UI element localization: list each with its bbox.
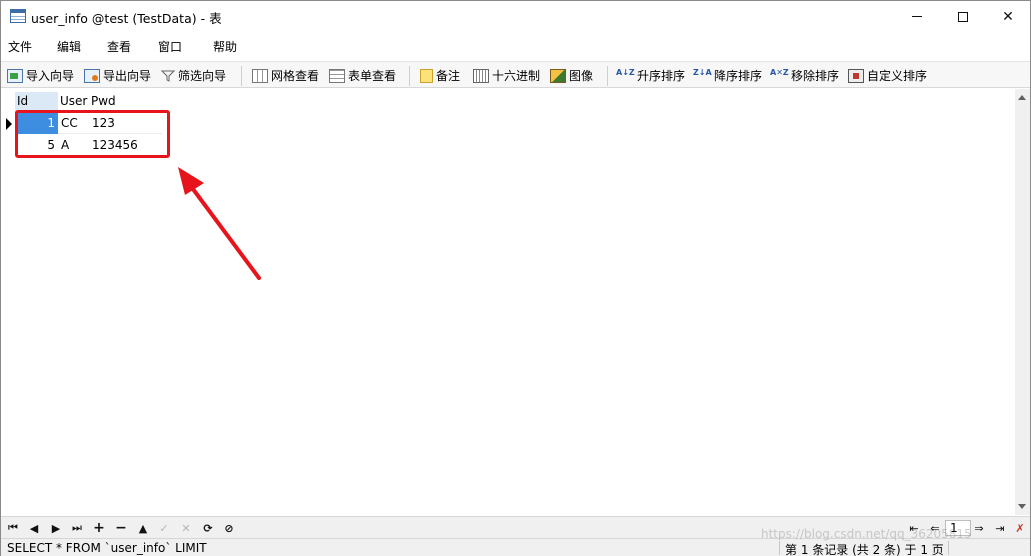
settings-icon[interactable]: ✗ xyxy=(1011,520,1029,536)
maximize-button[interactable] xyxy=(940,1,986,32)
grid-view-label: 网格查看 xyxy=(271,69,320,83)
filter-icon xyxy=(160,69,176,83)
maximize-icon xyxy=(958,11,968,22)
toolbar-separator xyxy=(607,66,608,86)
memo-button[interactable]: 备注 xyxy=(420,66,460,85)
memo-icon xyxy=(420,68,433,83)
custom-sort-icon xyxy=(848,68,864,83)
import-wizard-label: 导入向导 xyxy=(26,69,75,83)
sort-ascending-button[interactable]: A↓Z 升序排序 xyxy=(616,66,685,85)
next-page-button[interactable]: ⇒ xyxy=(970,520,988,536)
remove-sort-label: 移除排序 xyxy=(791,69,840,83)
form-view-label: 表单查看 xyxy=(348,69,397,83)
sort-ascending-icon: A↓Z xyxy=(616,67,635,77)
export-wizard-button[interactable]: 导出向导 xyxy=(84,66,151,85)
toolbar-separator xyxy=(241,66,242,86)
apply-changes-button[interactable]: ✓ xyxy=(155,520,173,536)
delete-record-button[interactable]: − xyxy=(112,520,130,536)
memo-label: 备注 xyxy=(436,69,461,83)
move-up-button[interactable]: ▲ xyxy=(134,520,152,536)
import-wizard-button[interactable]: 导入向导 xyxy=(7,66,74,85)
vertical-scrollbar[interactable] xyxy=(1015,89,1030,515)
toolbar-separator xyxy=(409,66,410,86)
scroll-up-icon[interactable] xyxy=(1018,95,1026,100)
first-record-button[interactable]: ⏮ xyxy=(4,520,22,536)
image-label: 图像 xyxy=(569,69,594,83)
menu-file[interactable]: 文件 xyxy=(8,38,32,55)
data-grid[interactable]: Id User Pwd 1 CC 123 5 A 123456 xyxy=(2,89,1015,515)
minimize-button[interactable] xyxy=(894,1,940,32)
menu-bar: 文件 编辑 查看 窗口 帮助 xyxy=(1,35,1030,57)
sort-descending-button[interactable]: Z↓A 降序排序 xyxy=(693,66,762,85)
close-button[interactable]: ✕ xyxy=(985,1,1031,32)
grid-icon xyxy=(252,68,268,83)
export-wizard-label: 导出向导 xyxy=(103,69,152,83)
record-count-status: 第 1 条记录 (共 2 条) 于 1 页 xyxy=(785,543,944,556)
hex-button[interactable]: 十六进制 xyxy=(473,66,540,85)
image-icon xyxy=(550,68,566,83)
form-view-button[interactable]: 表单查看 xyxy=(329,66,396,85)
title-bar: user_info @test (TestData) - 表 ✕ xyxy=(1,1,1030,32)
add-record-button[interactable]: + xyxy=(90,520,108,536)
sort-ascending-label: 升序排序 xyxy=(637,69,686,83)
first-page-button[interactable]: ⇤ xyxy=(905,520,923,536)
custom-sort-button[interactable]: 自定义排序 xyxy=(848,66,927,85)
menu-view[interactable]: 查看 xyxy=(107,38,131,55)
custom-sort-label: 自定义排序 xyxy=(867,69,928,83)
status-bar: SELECT * FROM `user_info` LIMIT 第 1 条记录 … xyxy=(1,538,1030,556)
sort-descending-label: 降序排序 xyxy=(714,69,763,83)
refresh-button[interactable]: ⟳ xyxy=(199,520,217,536)
form-icon xyxy=(329,68,345,83)
remove-sort-icon: A✕Z xyxy=(770,67,789,77)
window-title: user_info @test (TestData) - 表 xyxy=(31,11,222,26)
status-separator xyxy=(948,541,949,555)
hex-icon xyxy=(473,68,489,83)
previous-record-button[interactable]: ◀ xyxy=(25,520,43,536)
annotation-arrow xyxy=(178,167,261,280)
filter-wizard-label: 筛选向导 xyxy=(178,69,227,83)
page-number-input[interactable]: 1 xyxy=(945,520,971,536)
menu-help[interactable]: 帮助 xyxy=(213,38,237,55)
stop-button[interactable]: ⊘ xyxy=(220,520,238,536)
last-record-button[interactable]: ⏭ xyxy=(68,520,86,536)
minimize-icon xyxy=(912,16,922,17)
grid-view-button[interactable]: 网格查看 xyxy=(252,66,319,85)
table-icon xyxy=(10,9,26,23)
last-page-button[interactable]: ⇥ xyxy=(991,520,1009,536)
close-icon: ✕ xyxy=(1002,8,1014,25)
image-button[interactable]: 图像 xyxy=(550,66,593,85)
filter-wizard-button[interactable]: 筛选向导 xyxy=(160,66,227,85)
discard-changes-button[interactable]: ✕ xyxy=(177,520,195,536)
menu-window[interactable]: 窗口 xyxy=(158,38,182,55)
toolbar: 导入向导 导出向导 筛选向导 网格查看 表单查看 备注 十六进制 图像 A↓Z … xyxy=(1,61,1030,88)
next-record-button[interactable]: ▶ xyxy=(47,520,65,536)
menu-edit[interactable]: 编辑 xyxy=(57,38,81,55)
sort-descending-icon: Z↓A xyxy=(693,67,712,77)
app-window: user_info @test (TestData) - 表 ✕ 文件 编辑 查… xyxy=(0,0,1031,556)
import-icon xyxy=(7,68,23,83)
status-separator xyxy=(779,541,780,555)
scroll-down-icon[interactable] xyxy=(1018,504,1026,509)
hex-label: 十六进制 xyxy=(492,69,541,83)
export-icon xyxy=(84,68,100,83)
remove-sort-button[interactable]: A✕Z 移除排序 xyxy=(770,66,839,85)
sql-query-text: SELECT * FROM `user_info` LIMIT xyxy=(7,541,207,555)
record-navigation-bar: ⏮ ◀ ▶ ⏭ + − ▲ ✓ ✕ ⟳ ⊘ ⇤ ⇐ 1 ⇒ ⇥ ✗ xyxy=(1,516,1030,538)
previous-page-button[interactable]: ⇐ xyxy=(926,520,944,536)
